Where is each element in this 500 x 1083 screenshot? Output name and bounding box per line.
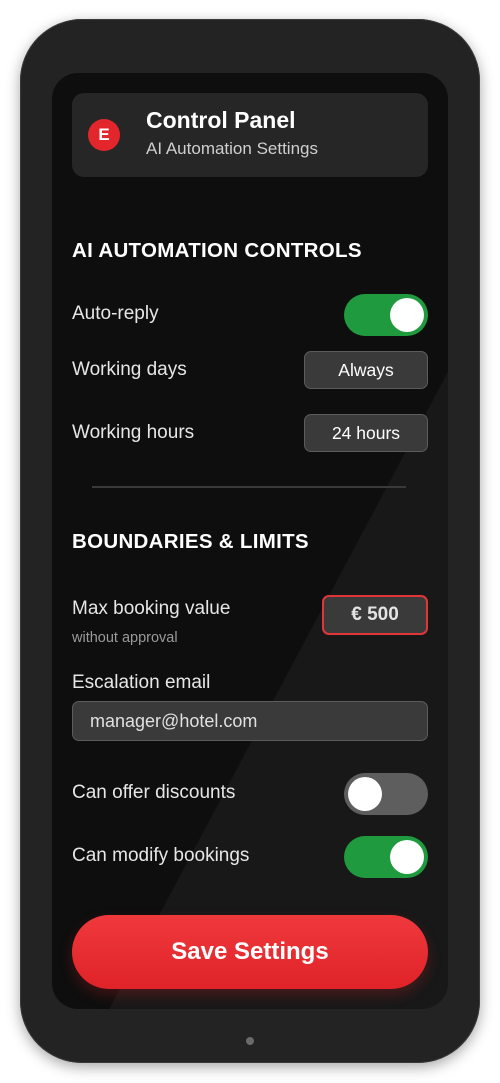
page-title: Control Panel	[146, 107, 296, 133]
escalation-email-input[interactable]: manager@hotel.com	[72, 701, 428, 741]
toggle-knob	[348, 777, 382, 811]
auto-reply-label: Auto-reply	[72, 303, 159, 324]
save-settings-button[interactable]: Save Settings	[72, 915, 428, 989]
modify-bookings-toggle[interactable]	[344, 836, 428, 878]
section-divider	[92, 486, 406, 488]
modify-bookings-label: Can modify bookings	[72, 845, 250, 866]
home-indicator	[246, 1037, 254, 1045]
header-card: E Control Panel AI Automation Settings	[72, 93, 428, 177]
offer-discounts-toggle[interactable]	[344, 773, 428, 815]
app-screen: E Control Panel AI Automation Settings A…	[52, 73, 448, 1009]
page-subtitle: AI Automation Settings	[146, 139, 318, 158]
escalation-email-label: Escalation email	[72, 672, 211, 693]
working-hours-label: Working hours	[72, 422, 195, 443]
offer-discounts-label: Can offer discounts	[72, 782, 236, 803]
max-booking-label: Max booking value	[72, 598, 231, 619]
working-days-select[interactable]: Always	[304, 351, 428, 389]
section-title-limits: BOUNDARIES & LIMITS	[72, 530, 309, 553]
toggle-knob	[390, 298, 424, 332]
max-booking-sublabel: without approval	[72, 630, 178, 646]
max-booking-value-input[interactable]: € 500	[322, 595, 428, 635]
settings-content: E Control Panel AI Automation Settings A…	[72, 93, 428, 989]
section-title-automation: AI AUTOMATION CONTROLS	[72, 239, 362, 262]
working-hours-select[interactable]: 24 hours	[304, 414, 428, 452]
brand-logo: E	[88, 119, 120, 151]
auto-reply-toggle[interactable]	[344, 294, 428, 336]
working-days-label: Working days	[72, 359, 187, 380]
toggle-knob	[390, 840, 424, 874]
phone-frame: E Control Panel AI Automation Settings A…	[20, 19, 480, 1063]
